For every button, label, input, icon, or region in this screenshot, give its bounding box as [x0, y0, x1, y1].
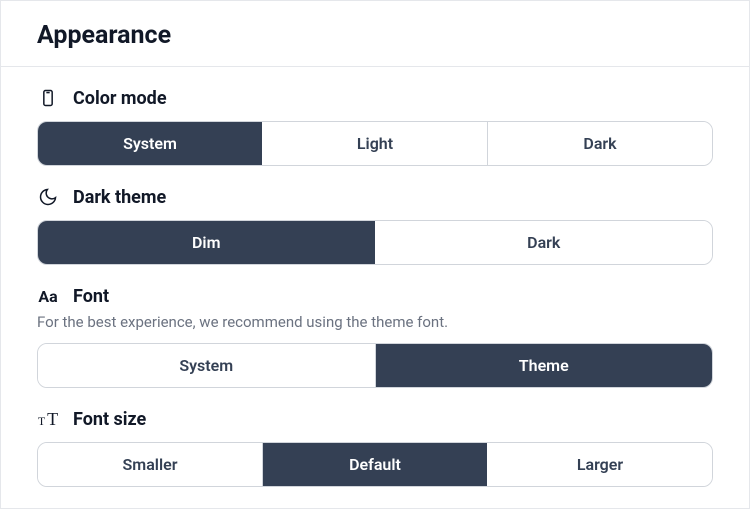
section-color-mode: Color mode System Light Dark: [37, 87, 713, 166]
font-segmented: System Theme: [37, 343, 713, 388]
section-header-font-size: TT Font size: [37, 408, 713, 430]
moon-icon: [37, 186, 59, 208]
section-title-font-size: Font size: [73, 409, 146, 430]
font-option-theme[interactable]: Theme: [375, 344, 713, 387]
section-title-color-mode: Color mode: [73, 88, 167, 109]
color-mode-segmented: System Light Dark: [37, 121, 713, 166]
section-header-dark-theme: Dark theme: [37, 186, 713, 208]
color-mode-option-dark[interactable]: Dark: [487, 122, 712, 165]
font-icon: Aa: [37, 285, 59, 307]
device-icon: [37, 87, 59, 109]
color-mode-option-system[interactable]: System: [38, 122, 262, 165]
section-title-font: Font: [73, 286, 109, 307]
section-font-size: TT Font size Smaller Default Larger: [37, 408, 713, 487]
dark-theme-segmented: Dim Dark: [37, 220, 713, 265]
dark-theme-option-dim[interactable]: Dim: [38, 221, 375, 264]
color-mode-option-light[interactable]: Light: [262, 122, 487, 165]
font-size-segmented: Smaller Default Larger: [37, 442, 713, 487]
dark-theme-option-dark[interactable]: Dark: [375, 221, 713, 264]
font-size-option-default[interactable]: Default: [262, 443, 487, 486]
font-option-system[interactable]: System: [38, 344, 375, 387]
font-description: For the best experience, we recommend us…: [37, 313, 713, 331]
section-dark-theme: Dark theme Dim Dark: [37, 186, 713, 265]
font-size-option-larger[interactable]: Larger: [487, 443, 712, 486]
section-header-font: Aa Font: [37, 285, 713, 307]
font-size-option-smaller[interactable]: Smaller: [38, 443, 262, 486]
font-size-icon: TT: [37, 408, 59, 430]
section-font: Aa Font For the best experience, we reco…: [37, 285, 713, 388]
page-title: Appearance: [1, 21, 749, 67]
section-title-dark-theme: Dark theme: [73, 187, 166, 208]
section-header-color-mode: Color mode: [37, 87, 713, 109]
